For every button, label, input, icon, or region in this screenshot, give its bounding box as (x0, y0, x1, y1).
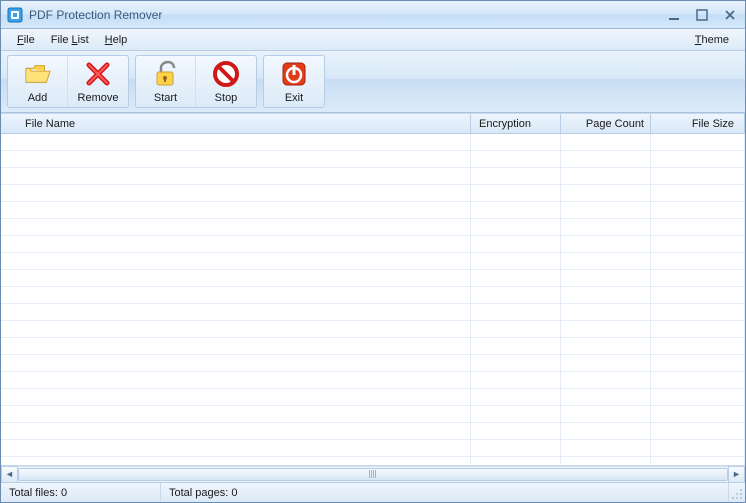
table-row[interactable] (1, 202, 745, 219)
minimize-button[interactable] (665, 8, 683, 22)
table-row[interactable] (1, 168, 745, 185)
table-row[interactable] (1, 440, 745, 457)
exit-label: Exit (285, 92, 303, 104)
table-row[interactable] (1, 219, 745, 236)
titlebar[interactable]: PDF Protection Remover (1, 1, 745, 29)
table-header: File Name Encryption Page Count File Siz… (1, 114, 745, 134)
status-total-files: Total files: 0 (1, 483, 161, 502)
maximize-button[interactable] (693, 8, 711, 22)
table-row[interactable] (1, 457, 745, 465)
scroll-left-arrow[interactable]: ◄ (1, 466, 18, 483)
power-icon (280, 60, 308, 88)
table-row[interactable] (1, 134, 745, 151)
column-encryption[interactable]: Encryption (471, 114, 561, 133)
table-row[interactable] (1, 236, 745, 253)
start-button[interactable]: Start (136, 56, 196, 107)
toolbar-group-run: Start Stop (135, 55, 257, 108)
add-label: Add (28, 92, 48, 104)
window-title: PDF Protection Remover (29, 8, 665, 22)
scroll-right-arrow[interactable]: ► (728, 466, 745, 483)
add-button[interactable]: Add (8, 56, 68, 107)
toolbar-group-file: Add Remove (7, 55, 129, 108)
table-row[interactable] (1, 304, 745, 321)
toolbar: Add Remove (1, 51, 745, 113)
table-row[interactable] (1, 423, 745, 440)
total-files-value: 0 (61, 487, 67, 499)
column-filename[interactable]: File Name (1, 114, 471, 133)
statusbar: Total files: 0 Total pages: 0 (1, 482, 745, 502)
exit-button[interactable]: Exit (264, 56, 324, 107)
table-body[interactable] (1, 134, 745, 465)
table-row[interactable] (1, 338, 745, 355)
total-pages-label: Total pages: (169, 487, 228, 499)
menu-theme[interactable]: Theme (687, 32, 737, 48)
scroll-track[interactable] (18, 466, 728, 483)
table-row[interactable] (1, 287, 745, 304)
remove-button[interactable]: Remove (68, 56, 128, 107)
file-table: File Name Encryption Page Count File Siz… (1, 113, 745, 482)
resize-grip[interactable] (729, 483, 745, 502)
remove-label: Remove (78, 92, 119, 104)
total-files-label: Total files: (9, 487, 58, 499)
scroll-thumb[interactable] (18, 468, 728, 481)
total-pages-value: 0 (231, 487, 237, 499)
table-row[interactable] (1, 372, 745, 389)
table-row[interactable] (1, 355, 745, 372)
stop-icon (212, 60, 240, 88)
menubar: File File List Help Theme (1, 29, 745, 51)
toolbar-group-exit: Exit (263, 55, 325, 108)
table-row[interactable] (1, 406, 745, 423)
table-row[interactable] (1, 151, 745, 168)
column-filesize[interactable]: File Size (651, 114, 745, 133)
delete-x-icon (84, 60, 112, 88)
unlock-icon (152, 60, 180, 88)
table-row[interactable] (1, 389, 745, 406)
status-total-pages: Total pages: 0 (161, 483, 729, 502)
table-row[interactable] (1, 321, 745, 338)
start-label: Start (154, 92, 177, 104)
menu-file[interactable]: File (9, 32, 43, 48)
menu-filelist[interactable]: File List (43, 32, 97, 48)
app-window: PDF Protection Remover File File List He… (0, 0, 746, 503)
table-row[interactable] (1, 185, 745, 202)
close-button[interactable] (721, 8, 739, 22)
app-icon (7, 7, 23, 23)
stop-button[interactable]: Stop (196, 56, 256, 107)
menu-help[interactable]: Help (97, 32, 136, 48)
column-pagecount[interactable]: Page Count (561, 114, 651, 133)
table-row[interactable] (1, 270, 745, 287)
stop-label: Stop (215, 92, 238, 104)
table-row[interactable] (1, 253, 745, 270)
folder-open-icon (24, 60, 52, 88)
horizontal-scrollbar[interactable]: ◄ ► (1, 465, 745, 482)
window-controls (665, 8, 739, 22)
